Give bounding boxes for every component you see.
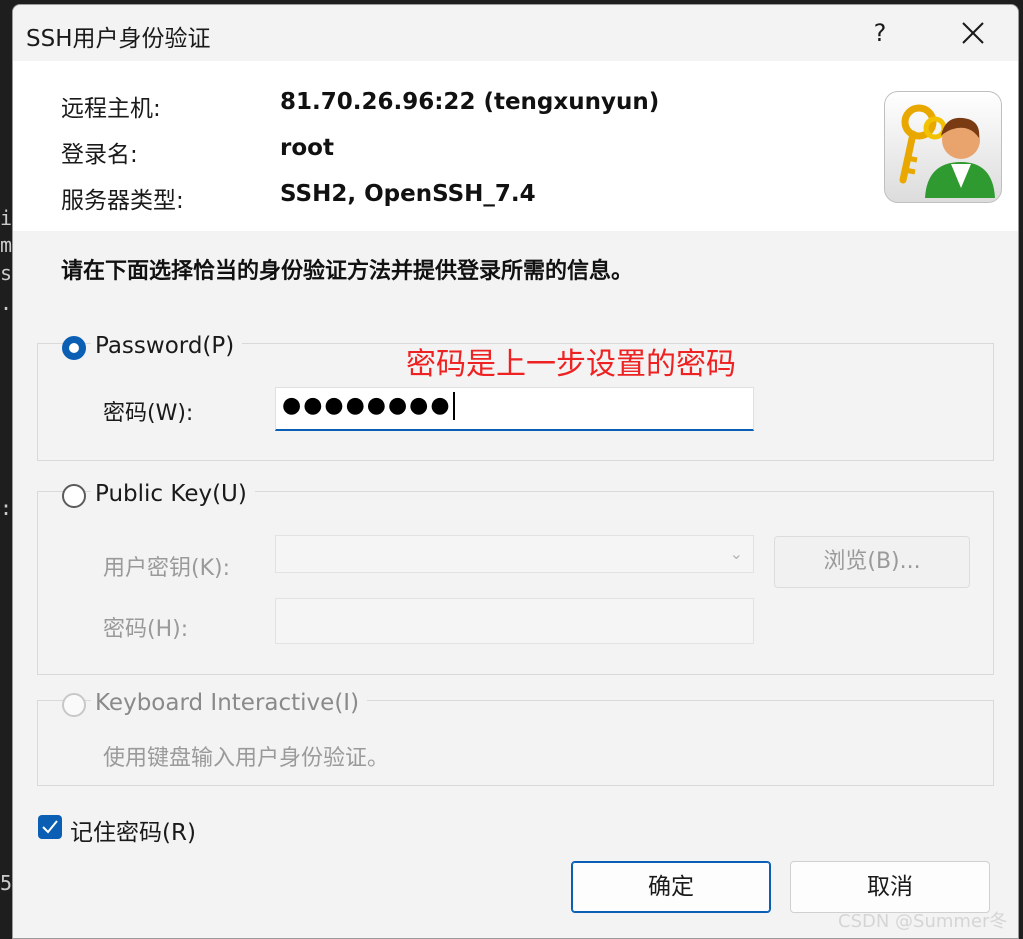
close-button[interactable]: [944, 5, 1002, 61]
ok-button[interactable]: 确定: [571, 861, 771, 913]
text-caret: [452, 392, 455, 420]
remember-password-label[interactable]: 记住密码(R): [70, 813, 196, 847]
browse-button[interactable]: 浏览(B)...: [774, 536, 970, 588]
password-radio-label[interactable]: Password(P): [91, 333, 243, 359]
checkmark-icon: [42, 820, 58, 834]
terminal-char: .: [0, 291, 13, 315]
login-name-label: 登录名:: [61, 142, 138, 168]
terminal-char: 5: [0, 871, 13, 895]
user-key-label: 用户密钥(K):: [103, 556, 231, 581]
cancel-button[interactable]: 取消: [790, 861, 990, 913]
watermark: CSDN @Summer冬天: [838, 911, 1008, 938]
public-key-radio-label[interactable]: Public Key(U): [91, 481, 255, 507]
password-dots: ●●●●●●●●: [282, 393, 452, 418]
remember-password-checkbox[interactable]: [38, 815, 62, 839]
keyboard-interactive-description: 使用键盘输入用户身份验证。: [103, 746, 390, 771]
remote-host-value: 81.70.26.96:22 (tengxunyun): [280, 89, 660, 115]
passphrase-input[interactable]: [275, 598, 754, 644]
terminal-char: i: [0, 206, 13, 230]
help-button[interactable]: ?: [851, 5, 909, 61]
terminal-char: :: [0, 496, 13, 520]
chevron-down-icon: ⌄: [729, 544, 743, 563]
ssh-auth-dialog: SSH用户身份验证 ? 远程主机: 81.70.26.96:22 (tengxu…: [12, 4, 1019, 939]
terminal-char: s: [0, 261, 13, 285]
passphrase-label: 密码(H):: [103, 617, 189, 642]
remote-host-label: 远程主机:: [61, 96, 161, 122]
close-icon: [962, 22, 984, 44]
password-field-label: 密码(W):: [103, 401, 194, 426]
host-info-panel: 远程主机: 81.70.26.96:22 (tengxunyun) 登录名: r…: [13, 61, 1018, 231]
public-key-radio[interactable]: [62, 484, 86, 508]
terminal-char: m: [0, 233, 13, 257]
instruction-text: 请在下面选择恰当的身份验证方法并提供登录所需的信息。: [61, 259, 634, 284]
dialog-title: SSH用户身份验证: [26, 26, 211, 52]
title-bar: SSH用户身份验证 ?: [13, 5, 1018, 61]
server-type-value: SSH2, OpenSSH_7.4: [280, 181, 536, 207]
annotation-text: 密码是上一步设置的密码: [406, 347, 736, 382]
login-name-value: root: [280, 135, 334, 161]
keyboard-interactive-radio[interactable]: [62, 693, 86, 717]
server-type-label: 服务器类型:: [61, 188, 184, 214]
key-user-icon: [884, 91, 1002, 203]
password-radio[interactable]: [62, 336, 86, 360]
user-key-select[interactable]: ⌄: [275, 535, 754, 573]
keyboard-interactive-label[interactable]: Keyboard Interactive(I): [91, 690, 368, 716]
password-input[interactable]: ●●●●●●●●: [275, 387, 754, 431]
